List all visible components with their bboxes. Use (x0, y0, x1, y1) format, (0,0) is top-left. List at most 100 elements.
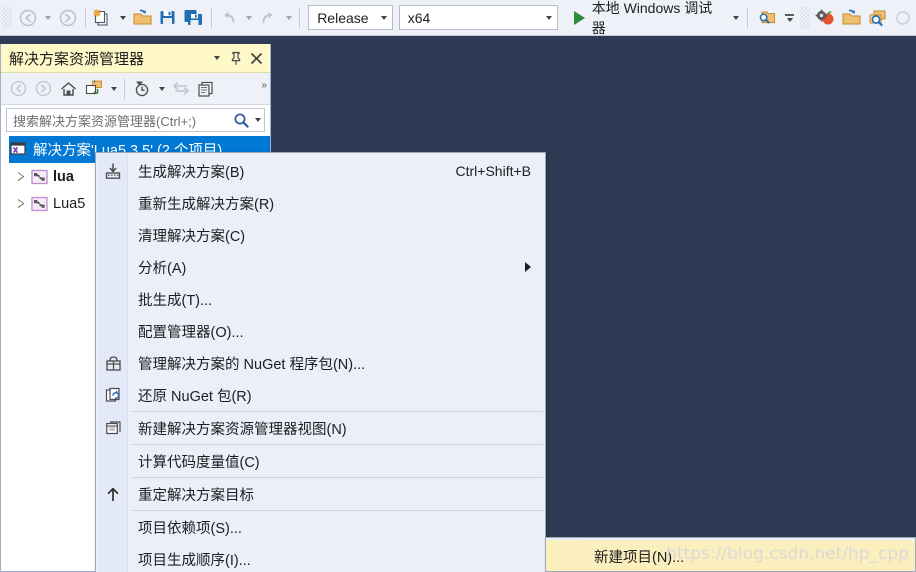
menu-item-label: 项目生成顺序(I)... (138, 552, 251, 569)
solution-explorer-search-row: 搜索解决方案资源管理器(Ctrl+;) (1, 105, 270, 134)
nuget-manage-icon (100, 347, 126, 379)
quick-launch-tools-icon[interactable] (813, 5, 839, 31)
undo-button[interactable] (216, 5, 242, 31)
redo-dropdown[interactable] (281, 5, 295, 31)
new-project-dropdown[interactable] (115, 5, 129, 31)
panel-show-all-files-button[interactable] (81, 77, 106, 101)
menu-item-label: 生成解决方案(B) (138, 164, 245, 181)
redo-button[interactable] (255, 5, 281, 31)
save-button[interactable] (155, 5, 181, 31)
toolbar-overflow-button[interactable] (782, 5, 798, 31)
menu-item-shortcut: Ctrl+Shift+B (455, 163, 531, 179)
panel-properties-button[interactable] (193, 77, 218, 101)
menu-item-label: 批生成(T)... (138, 292, 213, 309)
menu-item-clean-solution[interactable]: 清理解决方案(C) (96, 219, 545, 251)
toolbar-grip-2[interactable] (799, 6, 810, 29)
menu-item-label: 分析(A) (138, 260, 187, 277)
search-window-icon[interactable] (864, 5, 890, 31)
menu-item-label: 项目依赖项(S)... (138, 520, 242, 537)
add-submenu: 新建项目(N)... https://blog.csdn.net/hp_cpp (545, 537, 916, 572)
toolbar-separator-1 (84, 7, 86, 28)
panel-title: 解决方案资源管理器 (9, 50, 145, 68)
new-view-icon (100, 412, 126, 444)
menu-item-label: 计算代码度量值(C) (138, 454, 260, 471)
menu-item-label: 配置管理器(O)... (138, 324, 244, 341)
start-debug-button[interactable]: 本地 Windows 调试器 (568, 0, 743, 36)
build-icon (100, 155, 126, 187)
chevron-down-icon (213, 56, 220, 60)
menu-item-calculate-code-metrics[interactable]: 计算代码度量值(C) (96, 445, 545, 477)
solution-context-menu: 生成解决方案(B) Ctrl+Shift+B 重新生成解决方案(R) 清理解决方… (95, 152, 546, 572)
menu-item-label: 管理解决方案的 NuGet 程序包(N)... (138, 356, 366, 373)
panel-pending-changes-button[interactable] (129, 77, 154, 101)
main-toolbar: Release x64 本地 Windows 调试器 (0, 0, 916, 36)
solution-explorer-titlebar[interactable]: 解决方案资源管理器 (1, 44, 270, 73)
search-input[interactable]: 搜索解决方案资源管理器(Ctrl+;) (6, 108, 265, 132)
search-icon[interactable] (233, 112, 250, 129)
back-navigate-button[interactable] (15, 5, 41, 31)
find-in-files-button[interactable] (752, 5, 782, 31)
panel-close-button[interactable] (246, 47, 266, 69)
solution-configuration-combo[interactable]: Release (308, 5, 393, 30)
menu-item-restore-nuget-packages[interactable]: 还原 NuGet 包(R) (96, 379, 545, 411)
panel-toolbar-separator (124, 78, 125, 99)
solution-configuration-value: Release (317, 9, 369, 26)
chevron-down-icon (733, 15, 740, 20)
toolbar-grip[interactable] (2, 6, 12, 29)
retarget-icon (100, 478, 126, 510)
menu-item-build-solution[interactable]: 生成解决方案(B) Ctrl+Shift+B (96, 155, 545, 187)
menu-item-batch-build[interactable]: 批生成(T)... (96, 283, 545, 315)
menu-item-label: 清理解决方案(C) (138, 228, 246, 245)
back-navigate-dropdown[interactable] (41, 5, 55, 31)
menu-item-project-dependencies[interactable]: 项目依赖项(S)... (96, 511, 545, 543)
search-options-dropdown[interactable] (255, 118, 261, 122)
menu-item-rebuild-solution[interactable]: 重新生成解决方案(R) (96, 187, 545, 219)
toolbar-separator-3 (299, 7, 301, 28)
undo-dropdown[interactable] (242, 5, 256, 31)
chevron-down-icon (545, 15, 552, 20)
menu-item-retarget-solution[interactable]: 重定解决方案目标 (96, 478, 545, 510)
solution-platform-value: x64 (407, 9, 431, 26)
nuget-restore-icon (100, 379, 126, 411)
panel-forward-button[interactable] (31, 77, 56, 101)
menu-item-label: 重定解决方案目标 (138, 487, 254, 504)
panel-toolbar-overflow[interactable]: » (261, 80, 266, 91)
expander-icon[interactable] (13, 198, 29, 209)
panel-dropdown-button[interactable] (206, 47, 226, 69)
start-debug-label: 本地 Windows 调试器 (591, 0, 713, 36)
panel-home-button[interactable] (56, 77, 81, 101)
solution-platform-combo[interactable]: x64 (398, 5, 558, 30)
submenu-arrow-icon (525, 262, 531, 272)
cpp-project-icon (29, 196, 49, 212)
cpp-project-icon (29, 169, 49, 185)
menu-item-label: 重新生成解决方案(R) (138, 196, 275, 213)
search-placeholder: 搜索解决方案资源管理器(Ctrl+;) (13, 113, 197, 129)
panel-pending-changes-dropdown[interactable] (154, 77, 168, 101)
extra-toolbar-icon[interactable] (890, 5, 916, 31)
expander-icon[interactable] (13, 171, 29, 182)
menu-item-label: 新建解决方案资源管理器视图(N) (138, 421, 347, 438)
toolbar-separator-2 (210, 7, 212, 28)
new-project-button[interactable] (90, 5, 116, 31)
open-folder-icon[interactable] (839, 5, 865, 31)
menu-item-manage-nuget-packages[interactable]: 管理解决方案的 NuGet 程序包(N)... (96, 347, 545, 379)
panel-sync-button[interactable] (168, 77, 193, 101)
panel-pin-button[interactable] (226, 47, 246, 69)
visual-studio-window: Release x64 本地 Windows 调试器 解决方案资源管理器 » 搜… (0, 0, 916, 572)
open-file-button[interactable] (129, 5, 155, 31)
solution-explorer-toolbar: » (1, 73, 270, 105)
play-icon (573, 10, 585, 25)
watermark-text: https://blog.csdn.net/hp_cpp (666, 544, 909, 564)
forward-navigate-button[interactable] (55, 5, 81, 31)
menu-item-analyze[interactable]: 分析(A) (96, 251, 545, 283)
panel-show-all-files-dropdown[interactable] (106, 77, 120, 101)
menu-item-new-solution-explorer-view[interactable]: 新建解决方案资源管理器视图(N) (96, 412, 545, 444)
menu-item-configuration-manager[interactable]: 配置管理器(O)... (96, 315, 545, 347)
chevron-down-icon (787, 17, 794, 22)
solution-icon (9, 141, 29, 158)
menu-item-project-build-order[interactable]: 项目生成顺序(I)... (96, 543, 545, 572)
save-all-button[interactable] (181, 5, 207, 31)
chevron-down-icon (380, 15, 387, 20)
toolbar-separator-4 (747, 7, 749, 28)
panel-back-button[interactable] (6, 77, 31, 101)
